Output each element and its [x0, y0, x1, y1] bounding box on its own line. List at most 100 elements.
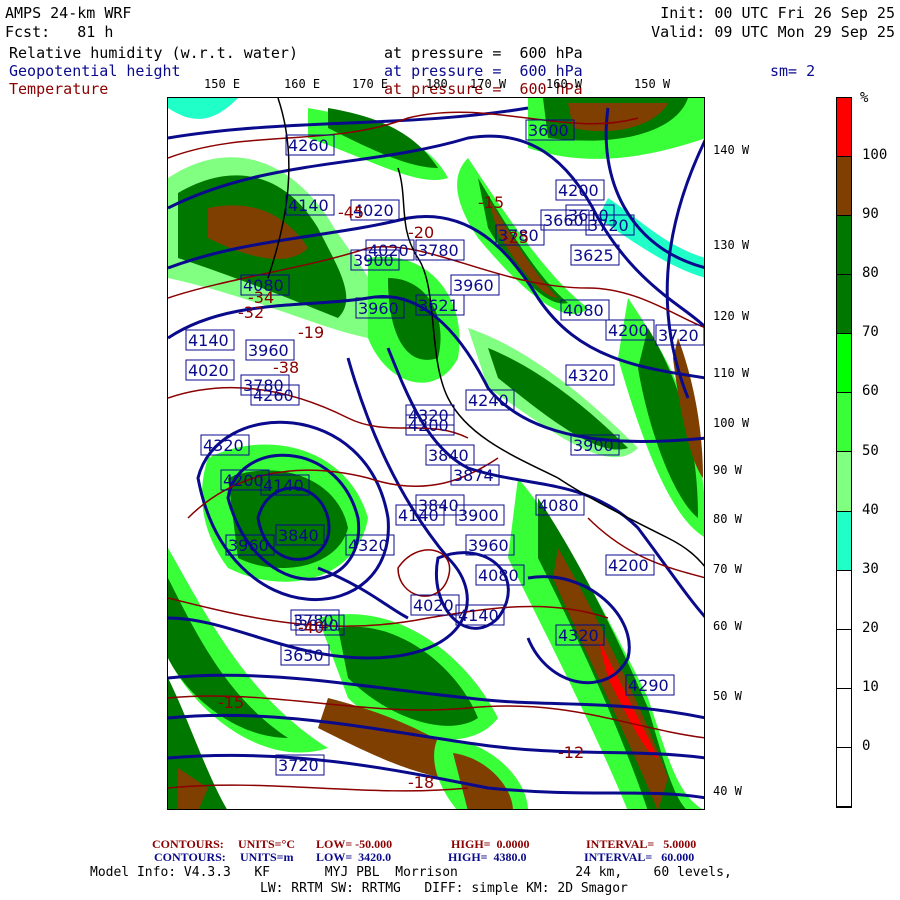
colorbar-segment — [837, 452, 851, 512]
height-contours-label: CONTOURS: — [154, 850, 226, 864]
height-contour-label: 4260 — [253, 386, 294, 405]
height-contour-label: 4080 — [538, 496, 579, 515]
height-contour-label: 3900 — [353, 251, 394, 270]
colorbar-label: 30 — [862, 560, 879, 577]
temp-contour-label: -12 — [558, 743, 584, 762]
height-contour-label: 4140 — [458, 606, 499, 625]
init-time: Init: 00 UTC Fri 26 Sep 25 — [660, 4, 895, 22]
colorbar-label: 0 — [862, 737, 871, 754]
lon-label: 160 W — [546, 77, 583, 91]
lat-label: 60 W — [713, 619, 742, 633]
colorbar-segment — [837, 98, 851, 158]
height-contour-label: 4200 — [608, 321, 649, 340]
height-contour-label: 4290 — [628, 676, 669, 695]
colorbar-label: 20 — [862, 619, 879, 636]
height-contour-label: 4320 — [348, 536, 389, 555]
height-contour-label: 3960 — [228, 536, 269, 555]
height-contour-label: 3660 — [543, 211, 584, 230]
lat-label: 110 W — [713, 366, 750, 380]
height-contours-low: LOW= 3420.0 — [316, 850, 392, 864]
height-contour-label: 4320 — [558, 626, 599, 645]
field-temp: Temperature — [9, 80, 109, 98]
lat-label: 70 W — [713, 562, 742, 576]
height-contour-label: 4200 — [558, 181, 599, 200]
height-contour-label: 4320 — [203, 436, 244, 455]
height-contours-high: HIGH= 4380.0 — [448, 850, 527, 864]
colorbar-label: 80 — [862, 265, 879, 282]
lat-label: 120 W — [713, 309, 750, 323]
height-contour-label: 3840 — [278, 526, 319, 545]
height-contour-label: 3780 — [418, 241, 459, 260]
model-info-line2: LW: RRTM SW: RRTMG DIFF: simple KM: 2D S… — [260, 881, 628, 896]
height-contour-label: 3625 — [573, 246, 614, 265]
lon-label: 170 W — [470, 77, 507, 91]
height-contour-label: 4200 — [223, 471, 264, 490]
colorbar-unit: % — [860, 90, 869, 106]
height-contour-label: 3900 — [573, 436, 614, 455]
map-canvas: 426042004140 40204020 37804080362141403960… — [168, 98, 704, 809]
colorbar-segment — [837, 629, 851, 689]
height-contour-label: 3900 — [458, 506, 499, 525]
lon-label: 180 — [426, 77, 448, 91]
colorbar-segment — [837, 334, 851, 394]
temp-contour-label: -45 — [338, 203, 364, 222]
height-contour-label: 4080 — [563, 301, 604, 320]
lat-label: 50 W — [713, 689, 742, 703]
colorbar — [836, 97, 852, 808]
forecast-hour: Fcst: 81 h — [5, 23, 114, 41]
height-contour-label: 3600 — [528, 121, 569, 140]
colorbar-label: 100 — [862, 147, 888, 164]
colorbar-segment — [837, 157, 851, 217]
height-contour-label: 3960 — [468, 536, 509, 555]
height-contour-label: 4140 — [288, 196, 329, 215]
colorbar-label: 90 — [862, 206, 879, 223]
height-contour-label: 3720 — [658, 326, 699, 345]
height-contour-label: 3650 — [283, 646, 324, 665]
height-contours-interval: INTERVAL= 60.000 — [584, 850, 695, 864]
height-contour-label: 4240 — [468, 391, 509, 410]
lat-label: 80 W — [713, 512, 742, 526]
height-contour-label: 4200 — [408, 416, 449, 435]
model-title: AMPS 24-km WRF — [5, 4, 132, 22]
colorbar-segment — [837, 747, 851, 807]
height-contour-label: 4200 — [608, 556, 649, 575]
valid-time: Valid: 09 UTC Mon 29 Sep 25 — [651, 23, 895, 41]
colorbar-label: 70 — [862, 324, 879, 341]
colorbar-segment — [837, 393, 851, 453]
temp-contour-label: -32 — [238, 303, 264, 322]
field-height: Geopotential height — [9, 62, 181, 80]
lat-label: 90 W — [713, 463, 742, 477]
temp-contour-label: -40 — [298, 618, 324, 637]
colorbar-segment — [837, 275, 851, 335]
temp-contour-label: -15 — [218, 693, 244, 712]
height-contour-label: 4260 — [288, 136, 329, 155]
lon-label: 160 E — [284, 77, 321, 91]
temp-contour-label: -15 — [478, 193, 504, 212]
height-contour-label: 4140 — [263, 476, 304, 495]
colorbar-label: 50 — [862, 442, 879, 459]
lon-label: 150 W — [634, 77, 671, 91]
height-contour-label: 4320 — [568, 366, 609, 385]
lat-label: 130 W — [713, 238, 750, 252]
temp-contour-label: -19 — [298, 323, 324, 342]
temp-contour-label: -38 — [273, 358, 299, 377]
colorbar-segment — [837, 216, 851, 276]
colorbar-label: 10 — [862, 678, 879, 695]
height-contour-label: 3840 — [418, 496, 459, 515]
height-contour-label: 3621 — [418, 296, 459, 315]
colorbar-segment — [837, 570, 851, 630]
height-contour-label: 4080 — [478, 566, 519, 585]
height-contour-label: 3960 — [453, 276, 494, 295]
field-rh-level: at pressure = 600 hPa — [384, 44, 583, 62]
colorbar-segment — [837, 688, 851, 748]
height-contour-label: 4020 — [413, 596, 454, 615]
smoothing: sm= 2 — [770, 62, 816, 80]
temp-contour-label: -18 — [408, 773, 434, 792]
colorbar-label: 40 — [862, 501, 879, 518]
colorbar-segment — [837, 511, 851, 571]
height-contour-label: 4020 — [188, 361, 229, 380]
lon-label: 150 E — [204, 77, 241, 91]
height-contour-label: 4140 — [188, 331, 229, 350]
height-contour-label: 3960 — [358, 299, 399, 318]
weather-map: 4260 4200 4140 4020 4020 3780 4080 3621 4140 3960… — [167, 97, 705, 810]
